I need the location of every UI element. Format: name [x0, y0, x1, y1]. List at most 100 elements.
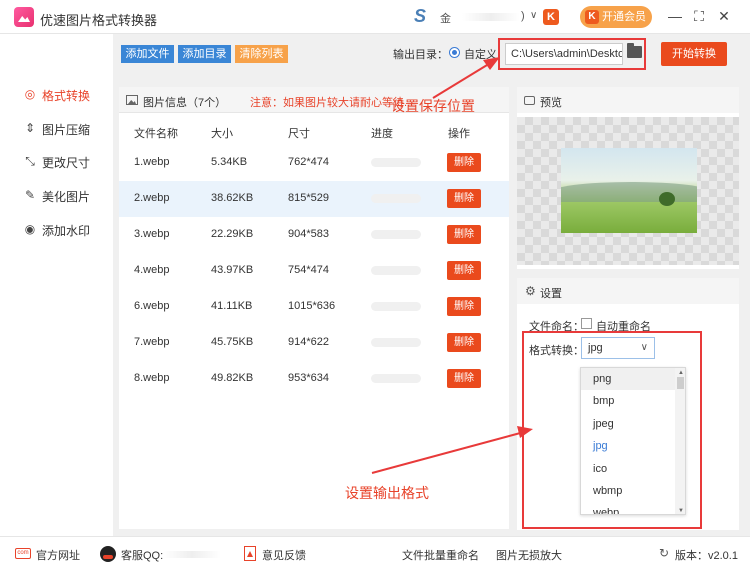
column-header-size: 大小 [211, 128, 233, 140]
delete-button[interactable]: 删除 [447, 333, 481, 352]
delete-button[interactable]: 删除 [447, 369, 481, 388]
file-size: 49.82KB [211, 372, 254, 384]
vip-k-icon: K [585, 10, 599, 24]
file-size: 41.11KB [211, 300, 253, 312]
file-size: 43.97KB [211, 264, 254, 276]
delete-button[interactable]: 删除 [447, 297, 481, 316]
file-list-panel: 图片信息（7个） 注意：如果图片较大请耐心等待... 文件名称 大小 尺寸 进度… [119, 87, 509, 529]
file-panel-warning: 注意：如果图片较大请耐心等待... [250, 97, 414, 109]
file-name: 7.webp [134, 336, 170, 348]
batch-rename-link[interactable]: 文件批量重命名 [402, 547, 479, 563]
file-dims: 815*529 [288, 192, 329, 204]
compress-icon: ⇕ [24, 121, 36, 135]
delete-button[interactable]: 删除 [447, 261, 481, 280]
sidebar: ◎ 格式转换 ⇕ 图片压缩 ⤡ 更改尺寸 ✎ 美化图片 ◉ 添加水印 [0, 34, 113, 536]
footer-bar: com 官方网址 客服QQ: 意见反馈 文件批量重命名 图片无损放大 ↻ 版本：… [0, 536, 750, 570]
brand-k-icon[interactable]: K [543, 9, 559, 25]
file-size: 5.34KB [211, 156, 248, 168]
progress-bar [371, 266, 421, 275]
camera-icon [524, 96, 535, 105]
sidebar-item-resize[interactable]: ⤡ 更改尺寸 [20, 151, 110, 173]
table-row[interactable]: 3.webp 22.29KB 904*583 删除 [119, 217, 509, 253]
file-panel-title: 图片信息（7个） [143, 97, 227, 109]
sidebar-item-format-convert[interactable]: ◎ 格式转换 [20, 84, 110, 106]
qq-icon[interactable] [100, 546, 116, 562]
title-bar: 优速图片格式转换器 S 金 ) ∨ K K 开通会员 — ⛶ ✕ [0, 0, 750, 34]
version-label: 版本：v2.0.1 [675, 550, 738, 562]
preview-hill [561, 182, 697, 202]
file-dims: 904*583 [288, 228, 329, 240]
gear-icon: ⚙ [525, 284, 536, 298]
settings-title: 设置 [540, 288, 562, 300]
add-folder-button[interactable]: 添加目录 [178, 45, 231, 63]
progress-bar [371, 194, 421, 203]
table-row[interactable]: 6.webp 41.11KB 1015*636 删除 [119, 289, 509, 325]
table-row[interactable]: 2.webp 38.62KB 815*529 删除 [119, 181, 509, 217]
feedback-icon[interactable] [244, 546, 256, 561]
close-icon[interactable]: ✕ [716, 8, 732, 24]
update-icon[interactable]: ↻ [659, 547, 669, 559]
auto-rename-checkbox[interactable] [581, 318, 592, 329]
file-name: 6.webp [134, 300, 170, 312]
annotation-output-format: 设置输出格式 [345, 485, 429, 501]
sidebar-item-label: 美化图片 [42, 190, 91, 204]
delete-button[interactable]: 删除 [447, 189, 481, 208]
settings-header: ⚙ 设置 [517, 278, 739, 304]
maximize-icon[interactable]: ⛶ [691, 8, 707, 24]
add-file-button[interactable]: 添加文件 [121, 45, 174, 63]
website-icon[interactable]: com [15, 548, 31, 559]
column-header-progress: 进度 [371, 128, 393, 140]
file-dims: 914*622 [288, 336, 329, 348]
sidebar-item-label: 更改尺寸 [42, 156, 91, 170]
website-link[interactable]: 官方网址 [36, 547, 80, 563]
preview-image [561, 148, 697, 233]
table-row[interactable]: 1.webp 5.34KB 762*474 删除 [119, 145, 509, 181]
table-row[interactable]: 4.webp 43.97KB 754*474 删除 [119, 253, 509, 289]
user-name[interactable]: 金 [440, 10, 451, 26]
user-name-suffix: ) [521, 10, 525, 22]
sidebar-item-watermark[interactable]: ◉ 添加水印 [20, 219, 110, 241]
start-convert-button[interactable]: 开始转换 [661, 42, 727, 66]
preview-panel: 预览 [517, 87, 739, 269]
qq-number-redacted [163, 551, 221, 558]
sidebar-item-beautify[interactable]: ✎ 美化图片 [20, 185, 110, 207]
vip-button[interactable]: K 开通会员 [580, 6, 652, 28]
table-row[interactable]: 7.webp 45.75KB 914*622 删除 [119, 325, 509, 361]
progress-bar [371, 158, 421, 167]
format-highlight [522, 331, 702, 529]
file-size: 38.62KB [211, 192, 254, 204]
refresh-circle-icon: ◎ [24, 87, 36, 101]
beautify-icon: ✎ [24, 188, 36, 202]
delete-button[interactable]: 删除 [447, 153, 481, 172]
annotation-save-location: 设置保存位置 [391, 98, 475, 114]
file-name: 1.webp [134, 156, 170, 168]
clear-list-button[interactable]: 清除列表 [235, 45, 288, 63]
file-dims: 762*474 [288, 156, 329, 168]
file-name: 3.webp [134, 228, 170, 240]
feedback-link[interactable]: 意见反馈 [262, 547, 306, 563]
progress-bar [371, 230, 421, 239]
preview-tree [659, 192, 675, 206]
minimize-icon[interactable]: — [667, 8, 683, 24]
file-size: 22.29KB [211, 228, 254, 240]
sidebar-item-compress[interactable]: ⇕ 图片压缩 [20, 118, 110, 140]
user-name-redacted [462, 13, 520, 21]
file-dims: 754*474 [288, 264, 329, 276]
app-title: 优速图片格式转换器 [40, 13, 158, 28]
file-name: 4.webp [134, 264, 170, 276]
delete-button[interactable]: 删除 [447, 225, 481, 244]
user-menu-chevron-icon[interactable]: ∨ [530, 10, 537, 21]
table-row[interactable]: 8.webp 49.82KB 953*634 删除 [119, 361, 509, 397]
file-size: 45.75KB [211, 336, 254, 348]
file-dims: 953*634 [288, 372, 329, 384]
file-dims: 1015*636 [288, 300, 336, 312]
qq-label[interactable]: 客服QQ: [121, 547, 163, 563]
column-header-action: 操作 [448, 128, 470, 140]
user-logo-icon[interactable]: S [414, 6, 426, 27]
lossless-zoom-link[interactable]: 图片无损放大 [496, 547, 562, 563]
file-name: 8.webp [134, 372, 170, 384]
custom-dir-label[interactable]: 自定义 [464, 46, 497, 62]
custom-dir-radio[interactable] [449, 47, 460, 58]
progress-bar [371, 374, 421, 383]
preview-header: 预览 [517, 87, 739, 113]
